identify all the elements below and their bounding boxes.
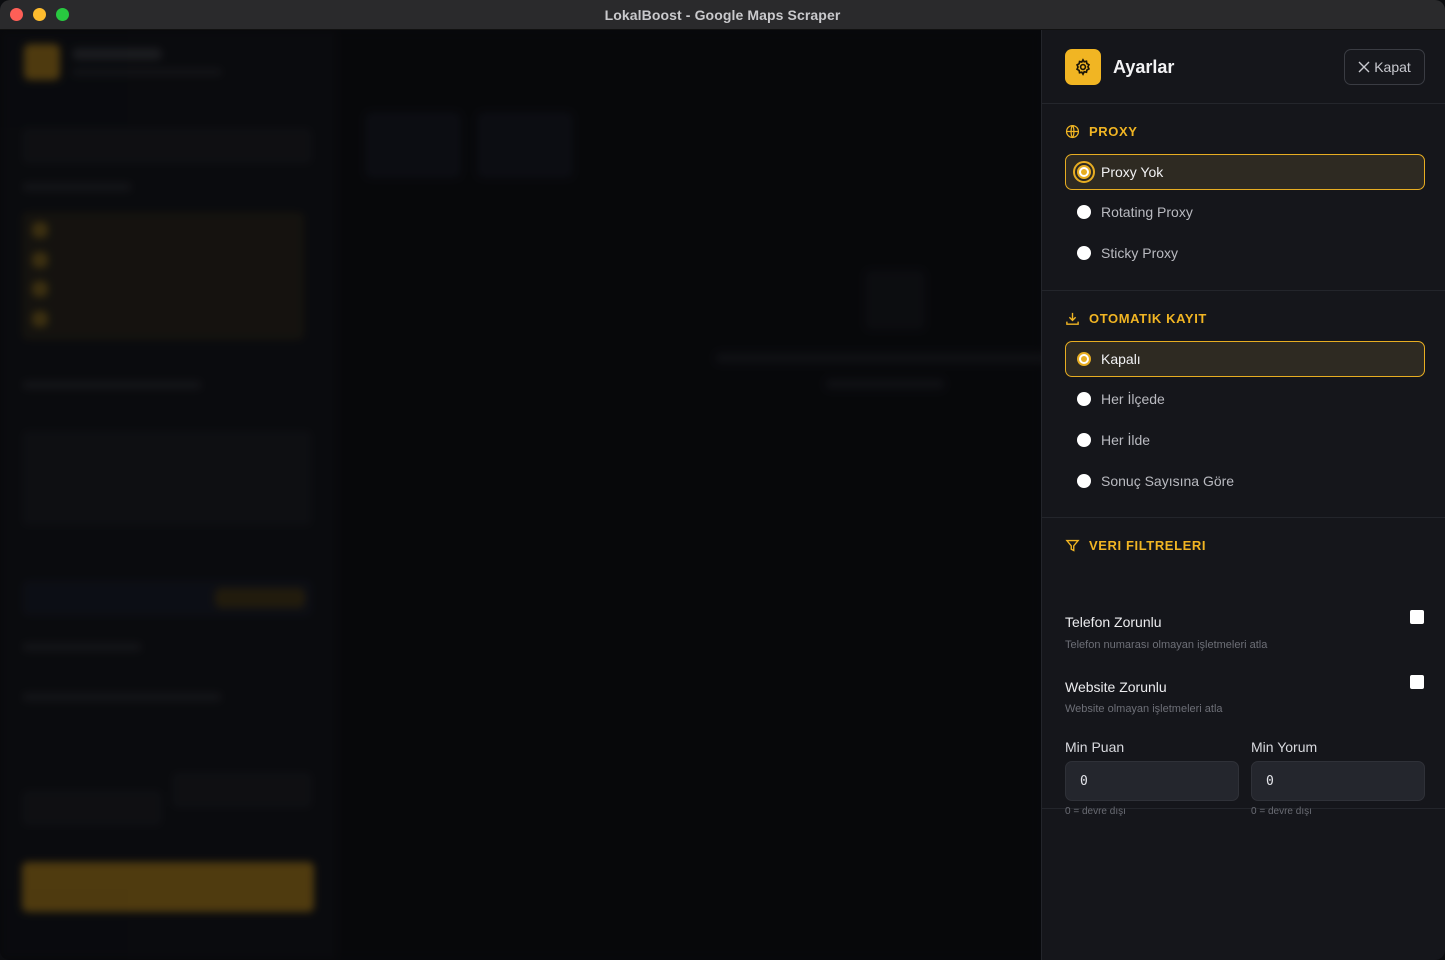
min-rating-hint: 0 = devre dışı [1065, 806, 1126, 817]
autosave-option-result-count[interactable]: Sonuç Sayısına Göre [1065, 463, 1425, 499]
autosave-option-province[interactable]: Her İlde [1065, 422, 1425, 458]
min-reviews-label: Min Yorum [1251, 739, 1318, 755]
proxy-option-none[interactable]: Proxy Yok [1065, 154, 1425, 190]
close-settings-button[interactable]: Kapat [1344, 49, 1425, 85]
min-rating-input[interactable]: 0 [1065, 761, 1239, 801]
settings-gear-icon [1065, 49, 1101, 85]
proxy-heading: PROXY [1065, 124, 1138, 139]
title-bar: LokalBoost - Google Maps Scraper [0, 0, 1445, 30]
min-reviews-hint: 0 = devre dışı [1251, 806, 1312, 817]
radio-icon [1077, 433, 1091, 447]
proxy-option-rotating[interactable]: Rotating Proxy [1065, 194, 1425, 230]
filters-heading: VERI FILTRELERI [1065, 538, 1206, 553]
website-required-checkbox[interactable] [1410, 675, 1424, 689]
window-close-button[interactable] [10, 8, 23, 21]
app-window: LokalBoost - Google Maps Scraper Ayarlar… [0, 0, 1445, 960]
settings-title: Ayarlar [1113, 57, 1175, 77]
globe-icon [1065, 124, 1080, 139]
autosave-heading: OTOMATIK KAYIT [1065, 311, 1207, 326]
autosave-section: OTOMATIK KAYIT Kapalı Her İlçede Her İld… [1042, 291, 1445, 518]
phone-required-label: Telefon Zorunlu [1065, 614, 1162, 630]
website-required-description: Website olmayan işletmeleri atla [1065, 703, 1223, 715]
blurred-app-background [0, 30, 1041, 960]
radio-icon [1077, 205, 1091, 219]
phone-required-description: Telefon numarası olmayan işletmeleri atl… [1065, 639, 1268, 651]
filters-section: VERI FILTRELERI Telefon Zorunlu Telefon … [1042, 518, 1445, 817]
close-icon [1358, 61, 1370, 73]
phone-required-checkbox[interactable] [1410, 610, 1424, 624]
radio-selected-icon [1073, 161, 1095, 183]
window-title: LokalBoost - Google Maps Scraper [604, 6, 841, 23]
proxy-section: PROXY Proxy Yok Rotating Proxy Sticky Pr… [1042, 104, 1445, 291]
radio-icon [1077, 392, 1091, 406]
download-icon [1066, 312, 1079, 325]
min-rating-label: Min Puan [1065, 739, 1125, 755]
website-required-label: Website Zorunlu [1065, 679, 1167, 695]
settings-header: Ayarlar Kapat [1042, 30, 1445, 104]
settings-panel: Ayarlar Kapat PROXY Proxy Yok Rotating P… [1041, 30, 1445, 960]
filter-icon [1065, 539, 1080, 552]
autosave-option-off[interactable]: Kapalı [1065, 341, 1425, 377]
proxy-option-sticky[interactable]: Sticky Proxy [1065, 235, 1425, 271]
close-label: Kapat [1374, 59, 1411, 75]
autosave-option-district[interactable]: Her İlçede [1065, 381, 1425, 417]
radio-icon [1077, 246, 1091, 260]
window-minimize-button[interactable] [33, 8, 46, 21]
radio-selected-icon [1077, 352, 1091, 366]
window-maximize-button[interactable] [56, 8, 69, 21]
radio-icon [1077, 474, 1091, 488]
min-reviews-input[interactable]: 0 [1251, 761, 1425, 801]
